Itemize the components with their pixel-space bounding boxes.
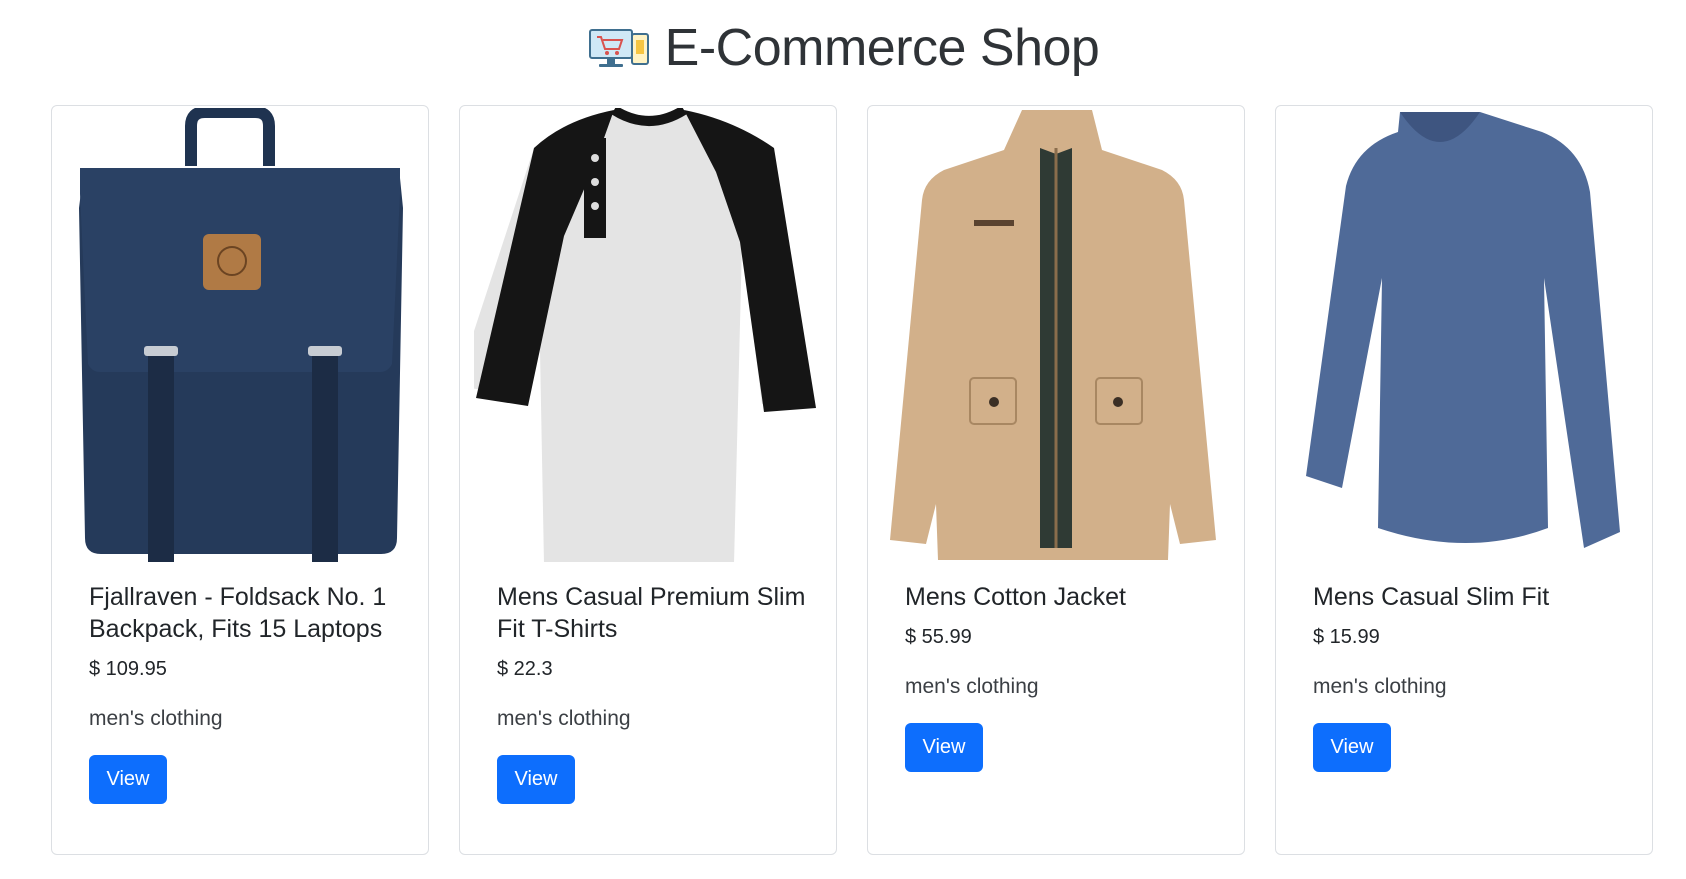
product-category: men's clothing: [497, 707, 631, 730]
longsleeve-shirt-image: [1306, 112, 1620, 548]
page-title: E-Commerce Shop: [664, 19, 1100, 77]
raglan-tshirt-image: [474, 108, 816, 562]
product-title: Mens Casual Premium Slim Fit T-Shirts: [497, 583, 806, 643]
product-card: Fjallraven - Foldsack No. 1 Backpack, Fi…: [51, 105, 429, 855]
product-card: Mens Cotton Jacket $ 55.99 men's clothin…: [867, 105, 1245, 855]
product-price: $ 22.3: [497, 658, 553, 680]
product-price: $ 15.99: [1313, 626, 1380, 648]
product-category: men's clothing: [1313, 675, 1447, 698]
cotton-jacket-image: [890, 110, 1216, 560]
product-card: Mens Casual Premium Slim Fit T-Shirts $ …: [459, 105, 837, 855]
product-grid: Fjallraven - Foldsack No. 1 Backpack, Fi…: [51, 105, 1653, 855]
view-button[interactable]: View: [89, 755, 167, 804]
product-category: men's clothing: [89, 707, 223, 730]
view-button[interactable]: View: [497, 755, 575, 804]
product-title: Mens Casual Slim Fit: [1313, 583, 1550, 611]
product-category: men's clothing: [905, 675, 1039, 698]
product-price: $ 109.95: [89, 658, 167, 680]
page-header: E-Commerce Shop: [0, 0, 1686, 96]
shopping-cart-devices-icon: [588, 29, 649, 67]
product-card: Mens Casual Slim Fit $ 15.99 men's cloth…: [1275, 105, 1653, 855]
product-price: $ 55.99: [905, 626, 972, 648]
view-button[interactable]: View: [1313, 723, 1391, 772]
view-button[interactable]: View: [905, 723, 983, 772]
backpack-image: [79, 108, 403, 562]
product-title: Fjallraven - Foldsack No. 1 Backpack, Fi…: [89, 583, 387, 643]
product-title: Mens Cotton Jacket: [905, 583, 1126, 611]
